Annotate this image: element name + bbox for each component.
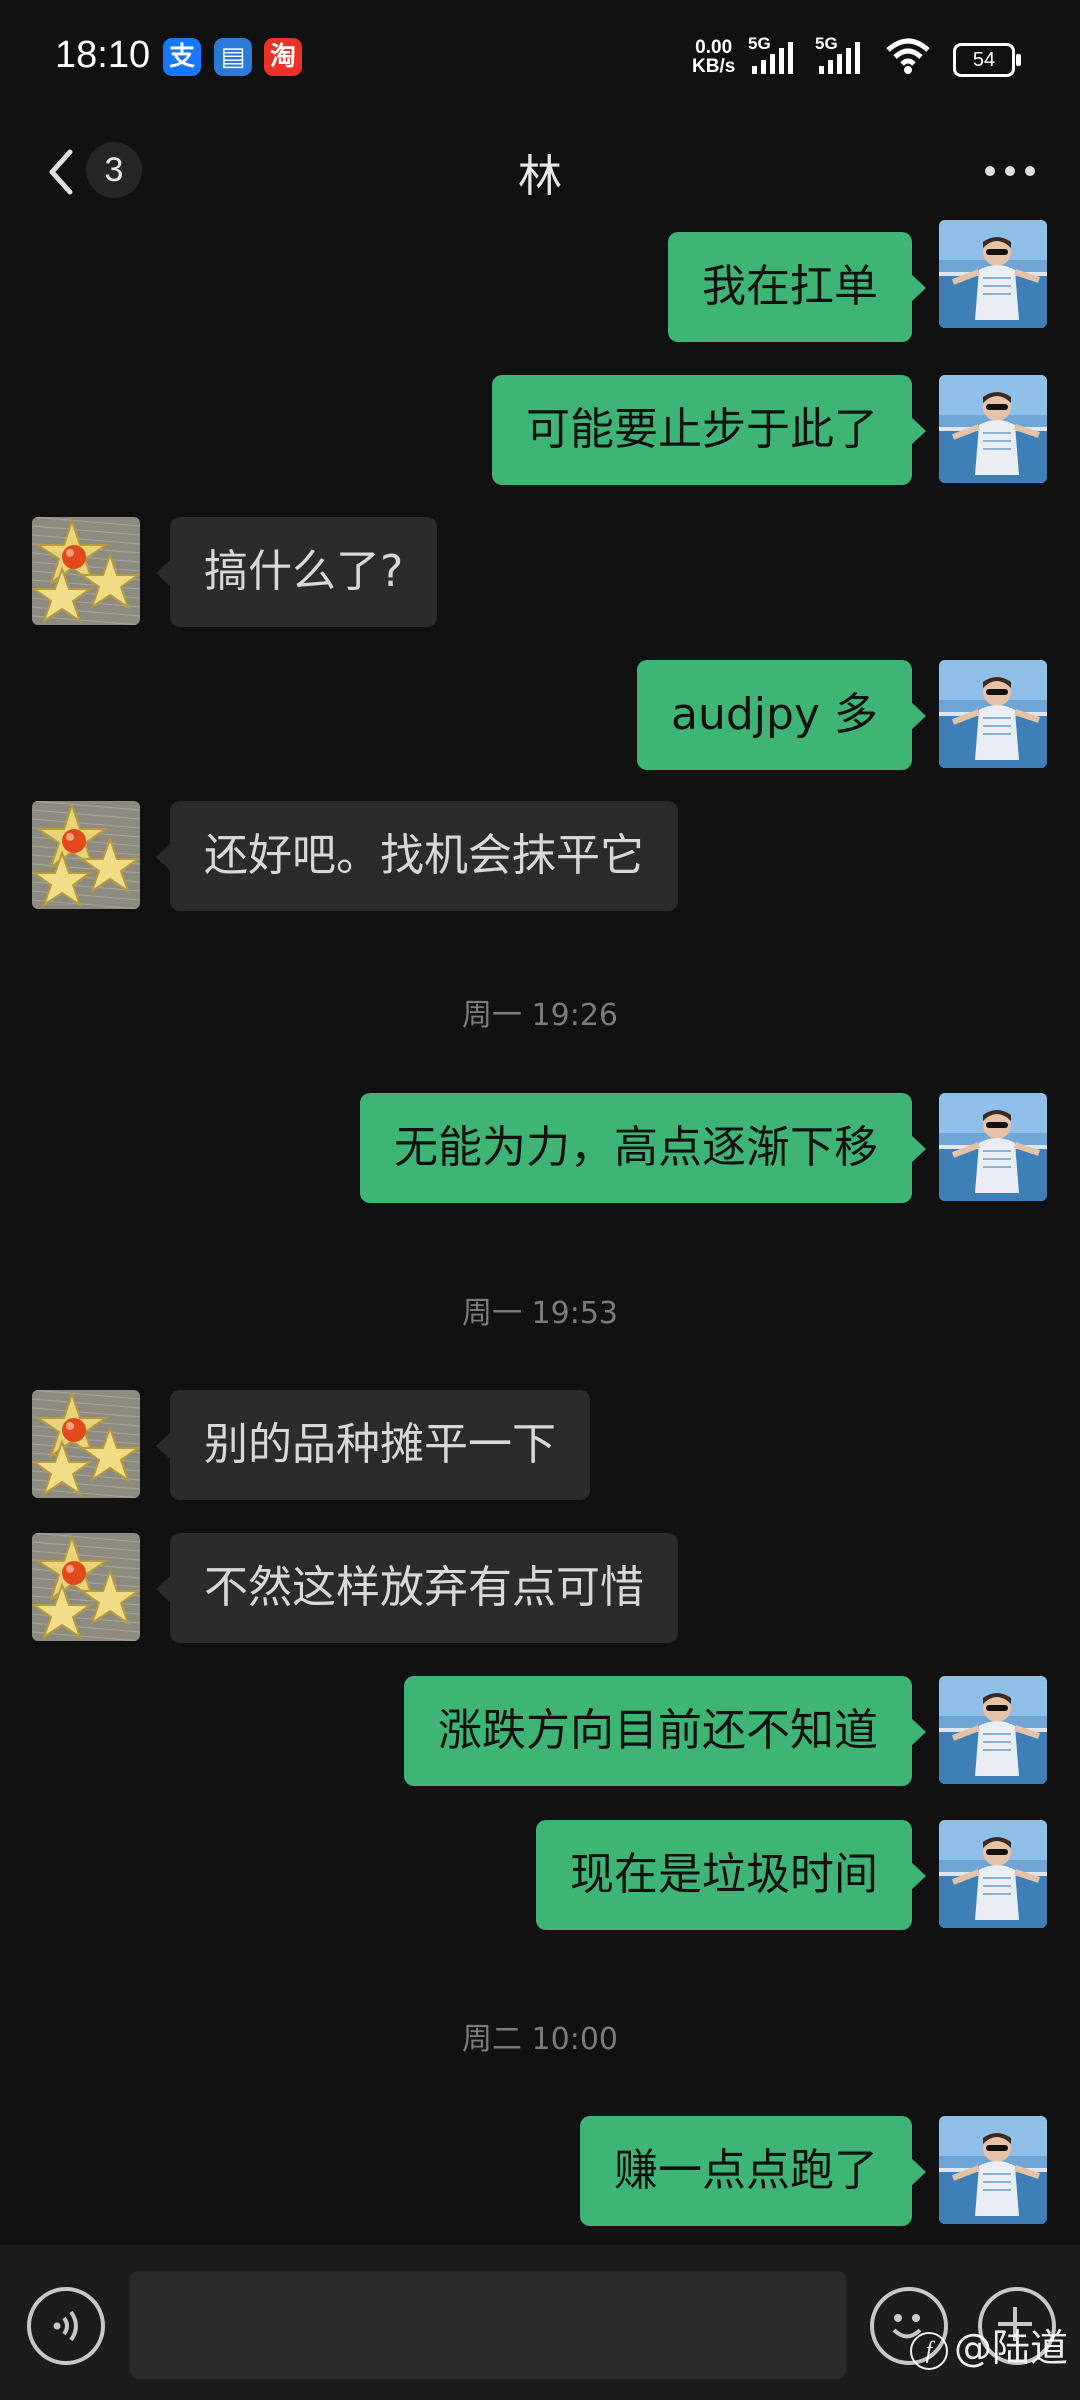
message-row: 别的品种摊平一下 — [0, 1390, 1080, 1502]
sent-message-bubble[interactable]: 涨跌方向目前还不知道 — [404, 1676, 926, 1786]
message-timestamp: 周一 19:53 — [462, 1296, 618, 1331]
taobao-icon: 淘 — [264, 38, 302, 76]
wifi-icon — [884, 36, 932, 80]
alipay-icon: 支 — [163, 38, 201, 76]
received-message-bubble[interactable]: 别的品种摊平一下 — [156, 1390, 590, 1500]
status-time: 18:10 — [55, 34, 151, 76]
net-speed-unit: KB/s — [692, 56, 736, 77]
net-speed: 0.00 KB/s — [692, 38, 735, 76]
my-avatar[interactable] — [939, 375, 1047, 483]
sent-message-bubble[interactable]: 赚一点点跑了 — [580, 2116, 926, 2226]
message-row: 现在是垃圾时间 — [0, 1820, 1080, 1932]
sent-message-bubble[interactable]: 无能为力，高点逐渐下移 — [360, 1093, 926, 1203]
message-row: 赚一点点跑了 — [0, 2116, 1080, 2228]
received-message-bubble[interactable]: 搞什么了? — [155, 517, 438, 627]
message-row: 还好吧。找机会抹平它 — [0, 801, 1080, 913]
sent-message-bubble[interactable]: 现在是垃圾时间 — [536, 1820, 926, 1930]
sent-message-bubble[interactable]: audjpy 多 — [637, 660, 926, 770]
message-row: 搞什么了? — [0, 517, 1080, 629]
more-options-button[interactable] — [980, 156, 1040, 186]
more-dots-icon — [985, 166, 1035, 176]
sent-message-bubble[interactable]: 我在扛单 — [668, 232, 926, 342]
page-title: 林 — [518, 151, 562, 202]
my-avatar[interactable] — [939, 1093, 1047, 1201]
watermark-text: @陆道 — [953, 2326, 1068, 2370]
status-bar: 18:10 支 ▤ 淘 0.00 KB/s 5G 5G 54 — [0, 0, 1080, 120]
my-avatar[interactable] — [939, 220, 1047, 328]
voice-input-button[interactable] — [27, 2287, 105, 2365]
wallet-icon: ▤ — [214, 38, 252, 76]
message-timestamp: 周二 10:00 — [462, 2022, 618, 2057]
my-avatar[interactable] — [939, 1820, 1047, 1928]
contact-avatar[interactable] — [32, 1390, 140, 1498]
my-avatar[interactable] — [939, 660, 1047, 768]
net-speed-value: 0.00 — [695, 37, 733, 58]
message-row: 我在扛单 — [0, 220, 1080, 344]
contact-avatar[interactable] — [32, 1533, 140, 1641]
message-list[interactable]: 我在扛单可能要止步于此了 搞什么了? audjpy 多还好吧。找机会抹平它周一 19… — [0, 220, 1080, 2245]
watermark-logo-icon: f — [909, 2331, 948, 2370]
sent-message-bubble[interactable]: 可能要止步于此了 — [492, 375, 926, 485]
chat-header: 3 林 — [0, 120, 1080, 220]
contact-avatar[interactable] — [32, 517, 140, 625]
message-row: 可能要止步于此了 — [0, 375, 1080, 487]
input-bar: f @陆道 — [0, 2245, 1080, 2400]
message-row: audjpy 多 — [0, 660, 1080, 772]
watermark: f @陆道 — [909, 2317, 1068, 2372]
message-row: 无能为力，高点逐渐下移 — [0, 1093, 1080, 1205]
status-icons: 0.00 KB/s 5G 5G 54 — [640, 30, 1080, 90]
received-message-bubble[interactable]: 不然这样放弃有点可惜 — [156, 1533, 678, 1643]
voice-icon — [53, 2310, 78, 2342]
message-input[interactable] — [130, 2271, 846, 2379]
contact-avatar[interactable] — [32, 801, 140, 909]
battery-icon: 54 — [953, 43, 1021, 77]
my-avatar[interactable] — [939, 1676, 1047, 1784]
received-message-bubble[interactable]: 还好吧。找机会抹平它 — [156, 801, 678, 911]
message-row: 涨跌方向目前还不知道 — [0, 1676, 1080, 1788]
message-row: 不然这样放弃有点可惜 — [0, 1533, 1080, 1645]
message-timestamp: 周一 19:26 — [462, 998, 618, 1033]
my-avatar[interactable] — [939, 2116, 1047, 2224]
